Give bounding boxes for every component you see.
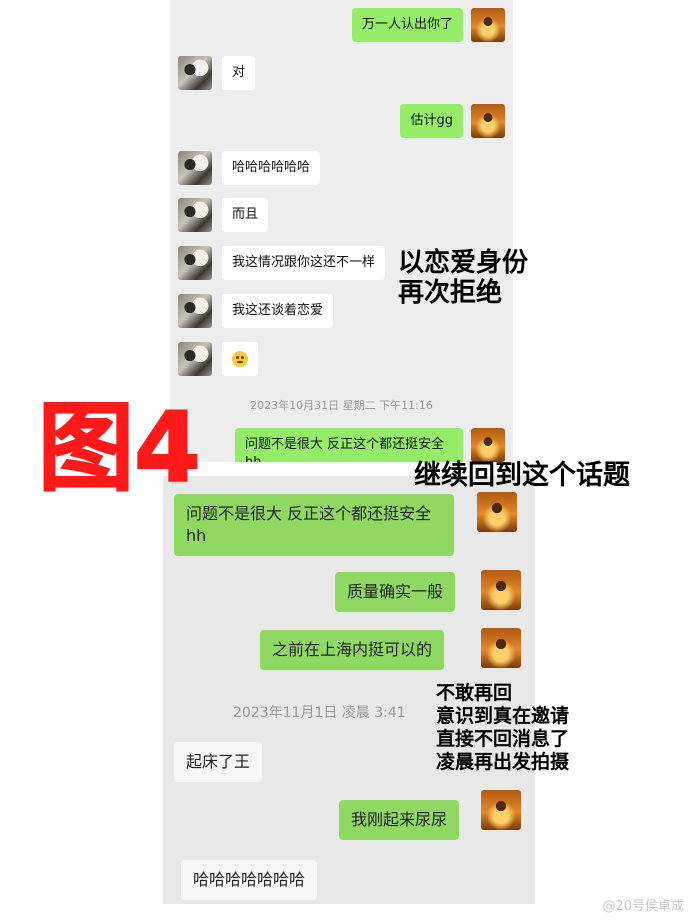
message-bubble-sent[interactable]: 问题不是很大 反正这个都还挺安全hh [174, 494, 454, 556]
avatar[interactable] [481, 628, 521, 668]
message-bubble-received[interactable]: 我这还谈着恋爱 [222, 294, 334, 328]
chat-timestamp: 2023年10月31日 星期二 下午11:16 [250, 399, 433, 412]
message-bubble-sent[interactable]: 估计gg [400, 104, 463, 138]
message-bubble-received[interactable]: 而且 [222, 198, 269, 232]
message-bubble-received[interactable]: 我这情况跟你这还不一样 [222, 246, 386, 280]
message-bubble-received[interactable] [222, 342, 258, 376]
message-row: 估计gg [170, 102, 513, 142]
avatar[interactable] [178, 246, 212, 280]
message-row: 对 [170, 54, 513, 94]
annotation-line: 再次拒绝 [398, 278, 503, 308]
annotation-line: 凌晨再出发拍摄 [436, 751, 570, 773]
message-bubble-sent[interactable]: 之前在上海内挺可以的 [260, 630, 445, 670]
annotation-topic: 继续回到这个话题 [414, 460, 630, 491]
avatar[interactable] [178, 56, 212, 90]
avatar[interactable] [178, 294, 212, 328]
slight-smile-emoji-icon [232, 350, 248, 367]
avatar[interactable] [477, 492, 517, 532]
chat-screenshot-top: 万一人认出你了 对 估计gg 哈哈哈哈哈哈 而且 我这情况跟你这还不一样 我这还… [170, 0, 513, 462]
message-row: 哈哈哈哈哈哈 [170, 149, 513, 189]
message-bubble-received[interactable]: 起床了王 [174, 742, 263, 782]
avatar[interactable] [178, 198, 212, 232]
message-row [170, 340, 513, 380]
message-bubble-sent[interactable]: 我刚起来尿尿 [339, 800, 460, 840]
message-bubble-received[interactable]: 对 [222, 56, 256, 90]
figure-label: 图4 [37, 392, 202, 504]
annotation-refusal: 以恋爱身份 再次拒绝 [398, 248, 528, 308]
annotation-line: 不敢再回 [436, 682, 513, 704]
avatar[interactable] [471, 104, 505, 138]
message-bubble-sent[interactable]: 问题不是很大 反正这个都还挺安全hh [235, 428, 463, 462]
avatar[interactable] [481, 570, 521, 610]
message-row: 万一人认出你了 [170, 6, 513, 46]
watermark: @20号侯卓成 [602, 899, 684, 914]
message-bubble-received[interactable]: 哈哈哈哈哈哈哈 [181, 860, 318, 900]
avatar[interactable] [178, 151, 212, 185]
message-bubble-sent[interactable]: 万一人认出你了 [351, 8, 463, 42]
avatar[interactable] [481, 790, 521, 830]
annotation-line: 直接不回消息了 [436, 728, 570, 750]
message-row: 而且 [170, 196, 513, 236]
message-bubble-sent[interactable]: 质量确实一般 [335, 572, 456, 612]
annotation-line: 意识到真在邀请 [436, 705, 570, 727]
annotation-line: 以恋爱身份 [398, 248, 529, 278]
annotation-no-reply: 不敢再回 意识到真在邀请 直接不回消息了 凌晨再出发拍摄 [436, 682, 569, 774]
avatar[interactable] [471, 8, 505, 42]
avatar[interactable] [471, 428, 505, 462]
message-row: 问题不是很大 反正这个都还挺安全hh [170, 426, 513, 462]
chat-timestamp: 2023年11月1日 凌晨 3:41 [233, 705, 406, 721]
message-bubble-received[interactable]: 哈哈哈哈哈哈 [222, 151, 321, 185]
avatar[interactable] [178, 342, 212, 376]
